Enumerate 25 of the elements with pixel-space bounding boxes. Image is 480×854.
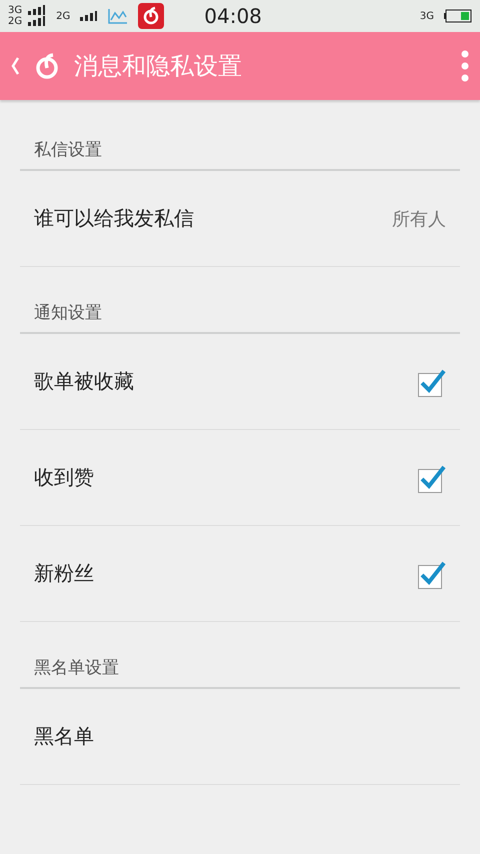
network-label: 3G bbox=[420, 10, 434, 22]
network-label: 3G bbox=[8, 5, 22, 16]
section-title: 黑名单设置 bbox=[20, 656, 460, 689]
signal-icon bbox=[28, 5, 46, 15]
network-label: 2G bbox=[56, 10, 70, 22]
more-icon[interactable] bbox=[460, 50, 470, 82]
setting-label: 黑名单 bbox=[34, 723, 94, 750]
chart-icon bbox=[108, 7, 128, 25]
back-icon[interactable] bbox=[10, 56, 20, 76]
setting-label: 新粉丝 bbox=[34, 560, 94, 587]
signal-icon bbox=[28, 16, 46, 26]
page-title: 消息和隐私设置 bbox=[74, 51, 243, 82]
setting-label: 收到赞 bbox=[34, 464, 94, 491]
clock: 04:08 bbox=[204, 4, 263, 28]
setting-label: 谁可以给我发私信 bbox=[34, 205, 194, 232]
app-icon bbox=[138, 3, 164, 29]
network-label: 2G bbox=[8, 16, 22, 27]
setting-row[interactable]: 谁可以给我发私信 所有人 bbox=[20, 171, 460, 267]
section-title: 通知设置 bbox=[20, 301, 460, 334]
setting-row[interactable]: 黑名单 bbox=[20, 689, 460, 785]
setting-label: 歌单被收藏 bbox=[34, 368, 134, 395]
section-title: 私信设置 bbox=[20, 138, 460, 171]
setting-value: 所有人 bbox=[392, 208, 446, 230]
battery-icon bbox=[444, 9, 472, 23]
signal-icon bbox=[80, 11, 98, 21]
